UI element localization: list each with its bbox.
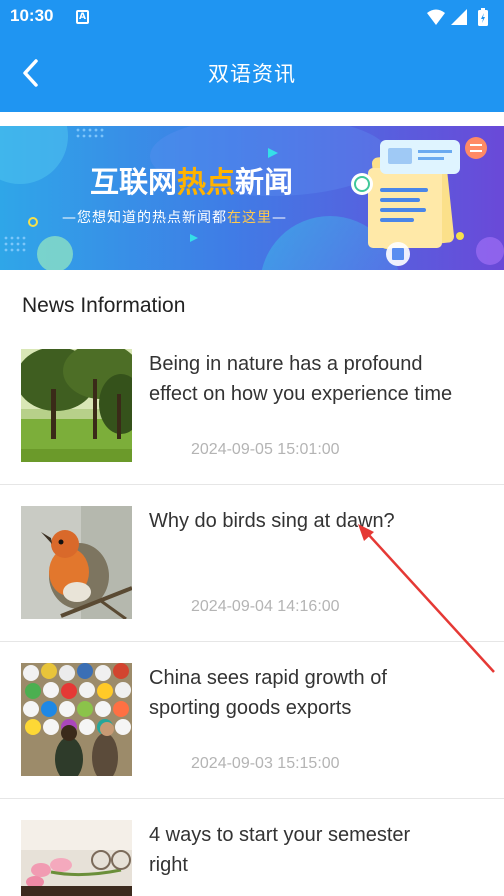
news-date: 2024-09-03 15:15:00 (191, 755, 340, 772)
news-item[interactable]: 4 ways to start your semester right (0, 820, 504, 896)
news-date: 2024-09-05 15:01:00 (191, 441, 340, 458)
signal-icon (451, 9, 467, 25)
divider (0, 484, 504, 485)
wifi-icon (427, 9, 445, 25)
divider (0, 641, 504, 642)
robin-bird-image (21, 506, 132, 619)
app-bar: 双语资讯 (0, 34, 504, 112)
news-item[interactable]: China sees rapid growth of sporting good… (0, 663, 504, 820)
news-headline[interactable]: Being in nature has a profound effect on… (149, 349, 489, 409)
section-title: News Information (22, 294, 186, 317)
forest-trees-image (21, 349, 132, 462)
font-a-icon: A (76, 10, 89, 24)
news-item[interactable]: Being in nature has a profound effect on… (0, 349, 504, 506)
banner-tagline: —您想知道的热点新闻都在这里— (62, 209, 287, 226)
banner-headline: 互联网热点新闻 (90, 165, 293, 199)
news-headline[interactable]: China sees rapid growth of sporting good… (149, 663, 489, 723)
news-item[interactable]: Why do birds sing at dawn? 2024-09-04 14… (0, 506, 504, 663)
soccer-balls-store-image (21, 663, 132, 776)
page-title: 双语资讯 (208, 62, 296, 86)
news-headline[interactable]: 4 ways to start your semester right (149, 820, 489, 880)
status-bar: 10:30 A (0, 0, 504, 34)
status-icons (427, 8, 488, 26)
hot-news-banner[interactable]: 互联网热点新闻 —您想知道的热点新闻都在这里— (0, 126, 504, 270)
banner-illustration: 互联网热点新闻 —您想知道的热点新闻都在这里— (0, 126, 504, 270)
news-date: 2024-09-04 14:16:00 (191, 598, 340, 615)
battery-icon (478, 8, 488, 26)
divider (0, 798, 504, 799)
news-headline[interactable]: Why do birds sing at dawn? (149, 506, 489, 536)
status-time: 10:30 (10, 6, 54, 25)
tulips-desk-image (21, 820, 132, 896)
